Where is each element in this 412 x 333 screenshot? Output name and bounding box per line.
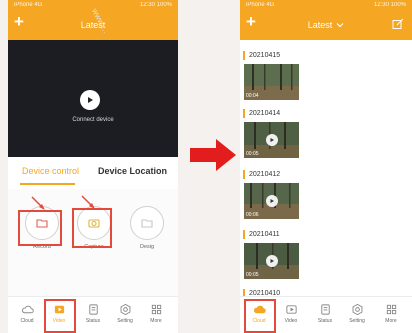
date-header: 20210414 xyxy=(243,109,280,118)
transition-arrow xyxy=(190,139,236,171)
nav-cloud-highlight-box xyxy=(244,299,276,333)
connect-caption: Connect device xyxy=(72,117,114,123)
date-header: 20210411 xyxy=(243,230,280,239)
design-label: Desig xyxy=(139,244,155,250)
record-highlight-box xyxy=(18,210,62,246)
gear-icon xyxy=(352,303,362,316)
app-bar: iPhone 4G 12:30 100% + Latest xyxy=(8,0,178,40)
date-marker xyxy=(243,230,245,239)
status-right: 12:30 100% xyxy=(139,2,172,8)
status-left: iPhone 4G xyxy=(14,2,43,8)
app-title: Latest xyxy=(80,20,106,30)
date-marker xyxy=(243,170,245,179)
nav-cloud[interactable]: Cloud xyxy=(14,303,40,324)
capture-highlight-box xyxy=(72,208,112,248)
chevron-down-icon xyxy=(336,23,344,28)
nav-cloud-label: Cloud xyxy=(20,318,34,324)
video-icon xyxy=(285,305,297,314)
nav-status[interactable]: Status xyxy=(80,303,106,324)
date-header: 20210412 xyxy=(243,170,280,179)
date-label: 20210411 xyxy=(249,231,280,238)
nav-setting[interactable]: Setting xyxy=(112,303,138,324)
play-icon[interactable] xyxy=(265,134,278,146)
status-icon xyxy=(88,304,98,315)
video-thumbnail[interactable]: 00:06 xyxy=(244,183,299,219)
nav-status-label: Status xyxy=(85,318,101,324)
album-title: Latest xyxy=(307,20,333,30)
date-marker xyxy=(243,51,245,60)
annotation-arrow-capture xyxy=(81,195,95,209)
annotation-arrow-record xyxy=(31,196,45,210)
video-thumbnail[interactable]: 00:05 xyxy=(244,243,299,279)
play-icon[interactable] xyxy=(80,90,100,110)
date-label: 20210415 xyxy=(249,52,281,59)
video-duration: 00:05 xyxy=(246,272,259,278)
tab-device-control[interactable]: Device control xyxy=(22,166,79,176)
gear-icon xyxy=(120,303,130,316)
status-icon xyxy=(320,304,330,315)
status-left: iPhone 4G xyxy=(246,2,275,8)
folder-icon xyxy=(141,219,153,228)
album-selector[interactable]: Latest xyxy=(240,20,412,30)
active-tab-indicator xyxy=(20,183,75,185)
right-phone-screen: iPhone 4G 12:30 100% + Latest 20210415 0… xyxy=(240,0,412,333)
design-button[interactable]: Desig xyxy=(127,206,167,250)
nav-more[interactable]: More xyxy=(143,303,169,324)
design-circle xyxy=(130,206,164,240)
app-bar: iPhone 4G 12:30 100% + Latest xyxy=(240,0,412,40)
nav-more[interactable]: More xyxy=(378,303,404,324)
cloud-icon xyxy=(21,305,34,314)
grid-icon xyxy=(386,304,396,315)
device-control-panel: Record Capture Desig xyxy=(8,189,178,297)
nav-setting-label: Setting xyxy=(349,318,365,324)
status-bar: iPhone 4G 12:30 100% xyxy=(14,2,172,8)
nav-status[interactable]: Status xyxy=(312,303,338,324)
date-label: 20210412 xyxy=(249,171,281,178)
video-duration: 00:04 xyxy=(246,93,259,99)
play-icon[interactable] xyxy=(265,255,278,267)
tab-device-location[interactable]: Device Location xyxy=(98,166,167,176)
status-bar: iPhone 4G 12:30 100% xyxy=(246,2,406,8)
video-duration: 00:05 xyxy=(246,151,259,157)
play-icon[interactable] xyxy=(265,195,278,207)
video-thumbnail[interactable]: 00:05 xyxy=(244,122,299,158)
edit-icon[interactable] xyxy=(392,18,404,30)
date-marker xyxy=(243,109,245,118)
left-phone-screen: iPhone 4G 12:30 100% + Latest Connect de… xyxy=(8,0,178,333)
nav-video-highlight-box xyxy=(44,299,76,333)
bottom-navigation: Cloud Video Status Setting More xyxy=(240,296,412,333)
nav-video[interactable]: Video xyxy=(278,303,304,324)
nav-video-label: Video xyxy=(284,318,298,324)
date-header: 20210415 xyxy=(243,51,280,60)
date-label: 20210414 xyxy=(249,110,281,117)
recording-list: 20210415 00:04 20210414 00:05 20210412 0… xyxy=(240,40,412,298)
video-thumbnail[interactable]: 00:04 xyxy=(244,64,299,100)
bottom-navigation: Cloud Video Status Setting More xyxy=(8,296,178,333)
status-right: 12:30 100% xyxy=(373,2,406,8)
nav-setting[interactable]: Setting xyxy=(344,303,370,324)
grid-icon xyxy=(151,304,161,315)
tab-bar: Device control Device Location xyxy=(8,157,178,189)
nav-more-label: More xyxy=(150,318,162,324)
nav-more-label: More xyxy=(385,318,397,324)
live-view[interactable]: Connect device xyxy=(8,40,178,157)
nav-status-label: Status xyxy=(317,318,333,324)
nav-setting-label: Setting xyxy=(117,318,133,324)
video-duration: 00:06 xyxy=(246,212,259,218)
